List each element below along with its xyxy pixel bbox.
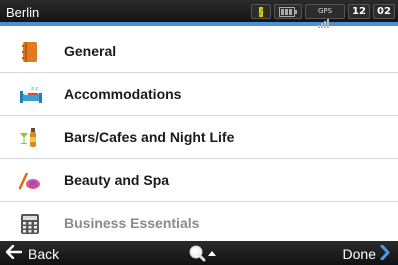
category-list: General z z Accommodations Bars/Cafes an… xyxy=(0,30,398,245)
gps-signal-icon: GPS xyxy=(305,4,345,28)
back-arrow-icon xyxy=(5,244,23,262)
battery-level-icon xyxy=(274,4,302,19)
status-icons: GPS 12 02 xyxy=(251,4,395,28)
back-button-label: Back xyxy=(28,245,60,262)
bed-icon: z z xyxy=(19,84,42,106)
clock-hours: 12 xyxy=(348,4,370,19)
done-button-label: Done xyxy=(342,246,376,262)
done-button[interactable]: Done xyxy=(342,244,390,263)
chevron-right-icon xyxy=(380,244,390,263)
list-item-business[interactable]: Business Essentials xyxy=(0,202,398,245)
page-title: Berlin xyxy=(6,5,40,20)
clock-minutes: 02 xyxy=(373,4,395,19)
list-item-label: General xyxy=(64,43,117,59)
spa-icon xyxy=(18,170,41,192)
search-icon xyxy=(189,245,216,262)
list-item-accommodations[interactable]: z z Accommodations xyxy=(0,73,398,116)
drinks-icon xyxy=(19,127,41,149)
list-item-label: Beauty and Spa xyxy=(64,172,170,188)
notebook-icon xyxy=(19,41,41,63)
list-item-general[interactable]: General xyxy=(0,30,398,73)
battery-charging-icon xyxy=(251,4,271,19)
svg-text:z z: z z xyxy=(31,86,38,92)
list-item-label: Bars/Cafes and Night Life xyxy=(64,129,235,145)
list-item-bars-cafes[interactable]: Bars/Cafes and Night Life xyxy=(0,116,398,159)
list-item-beauty-spa[interactable]: Beauty and Spa xyxy=(0,159,398,202)
search-button[interactable] xyxy=(188,244,228,262)
status-bar: Berlin GPS 12 02 xyxy=(0,0,398,28)
bottom-toolbar: Back Done xyxy=(0,241,398,265)
calculator-icon xyxy=(19,213,41,235)
list-item-label: Business Essentials xyxy=(64,215,200,231)
gps-label: GPS xyxy=(317,7,333,15)
list-item-label: Accommodations xyxy=(64,86,182,102)
back-button[interactable]: Back xyxy=(5,244,60,262)
